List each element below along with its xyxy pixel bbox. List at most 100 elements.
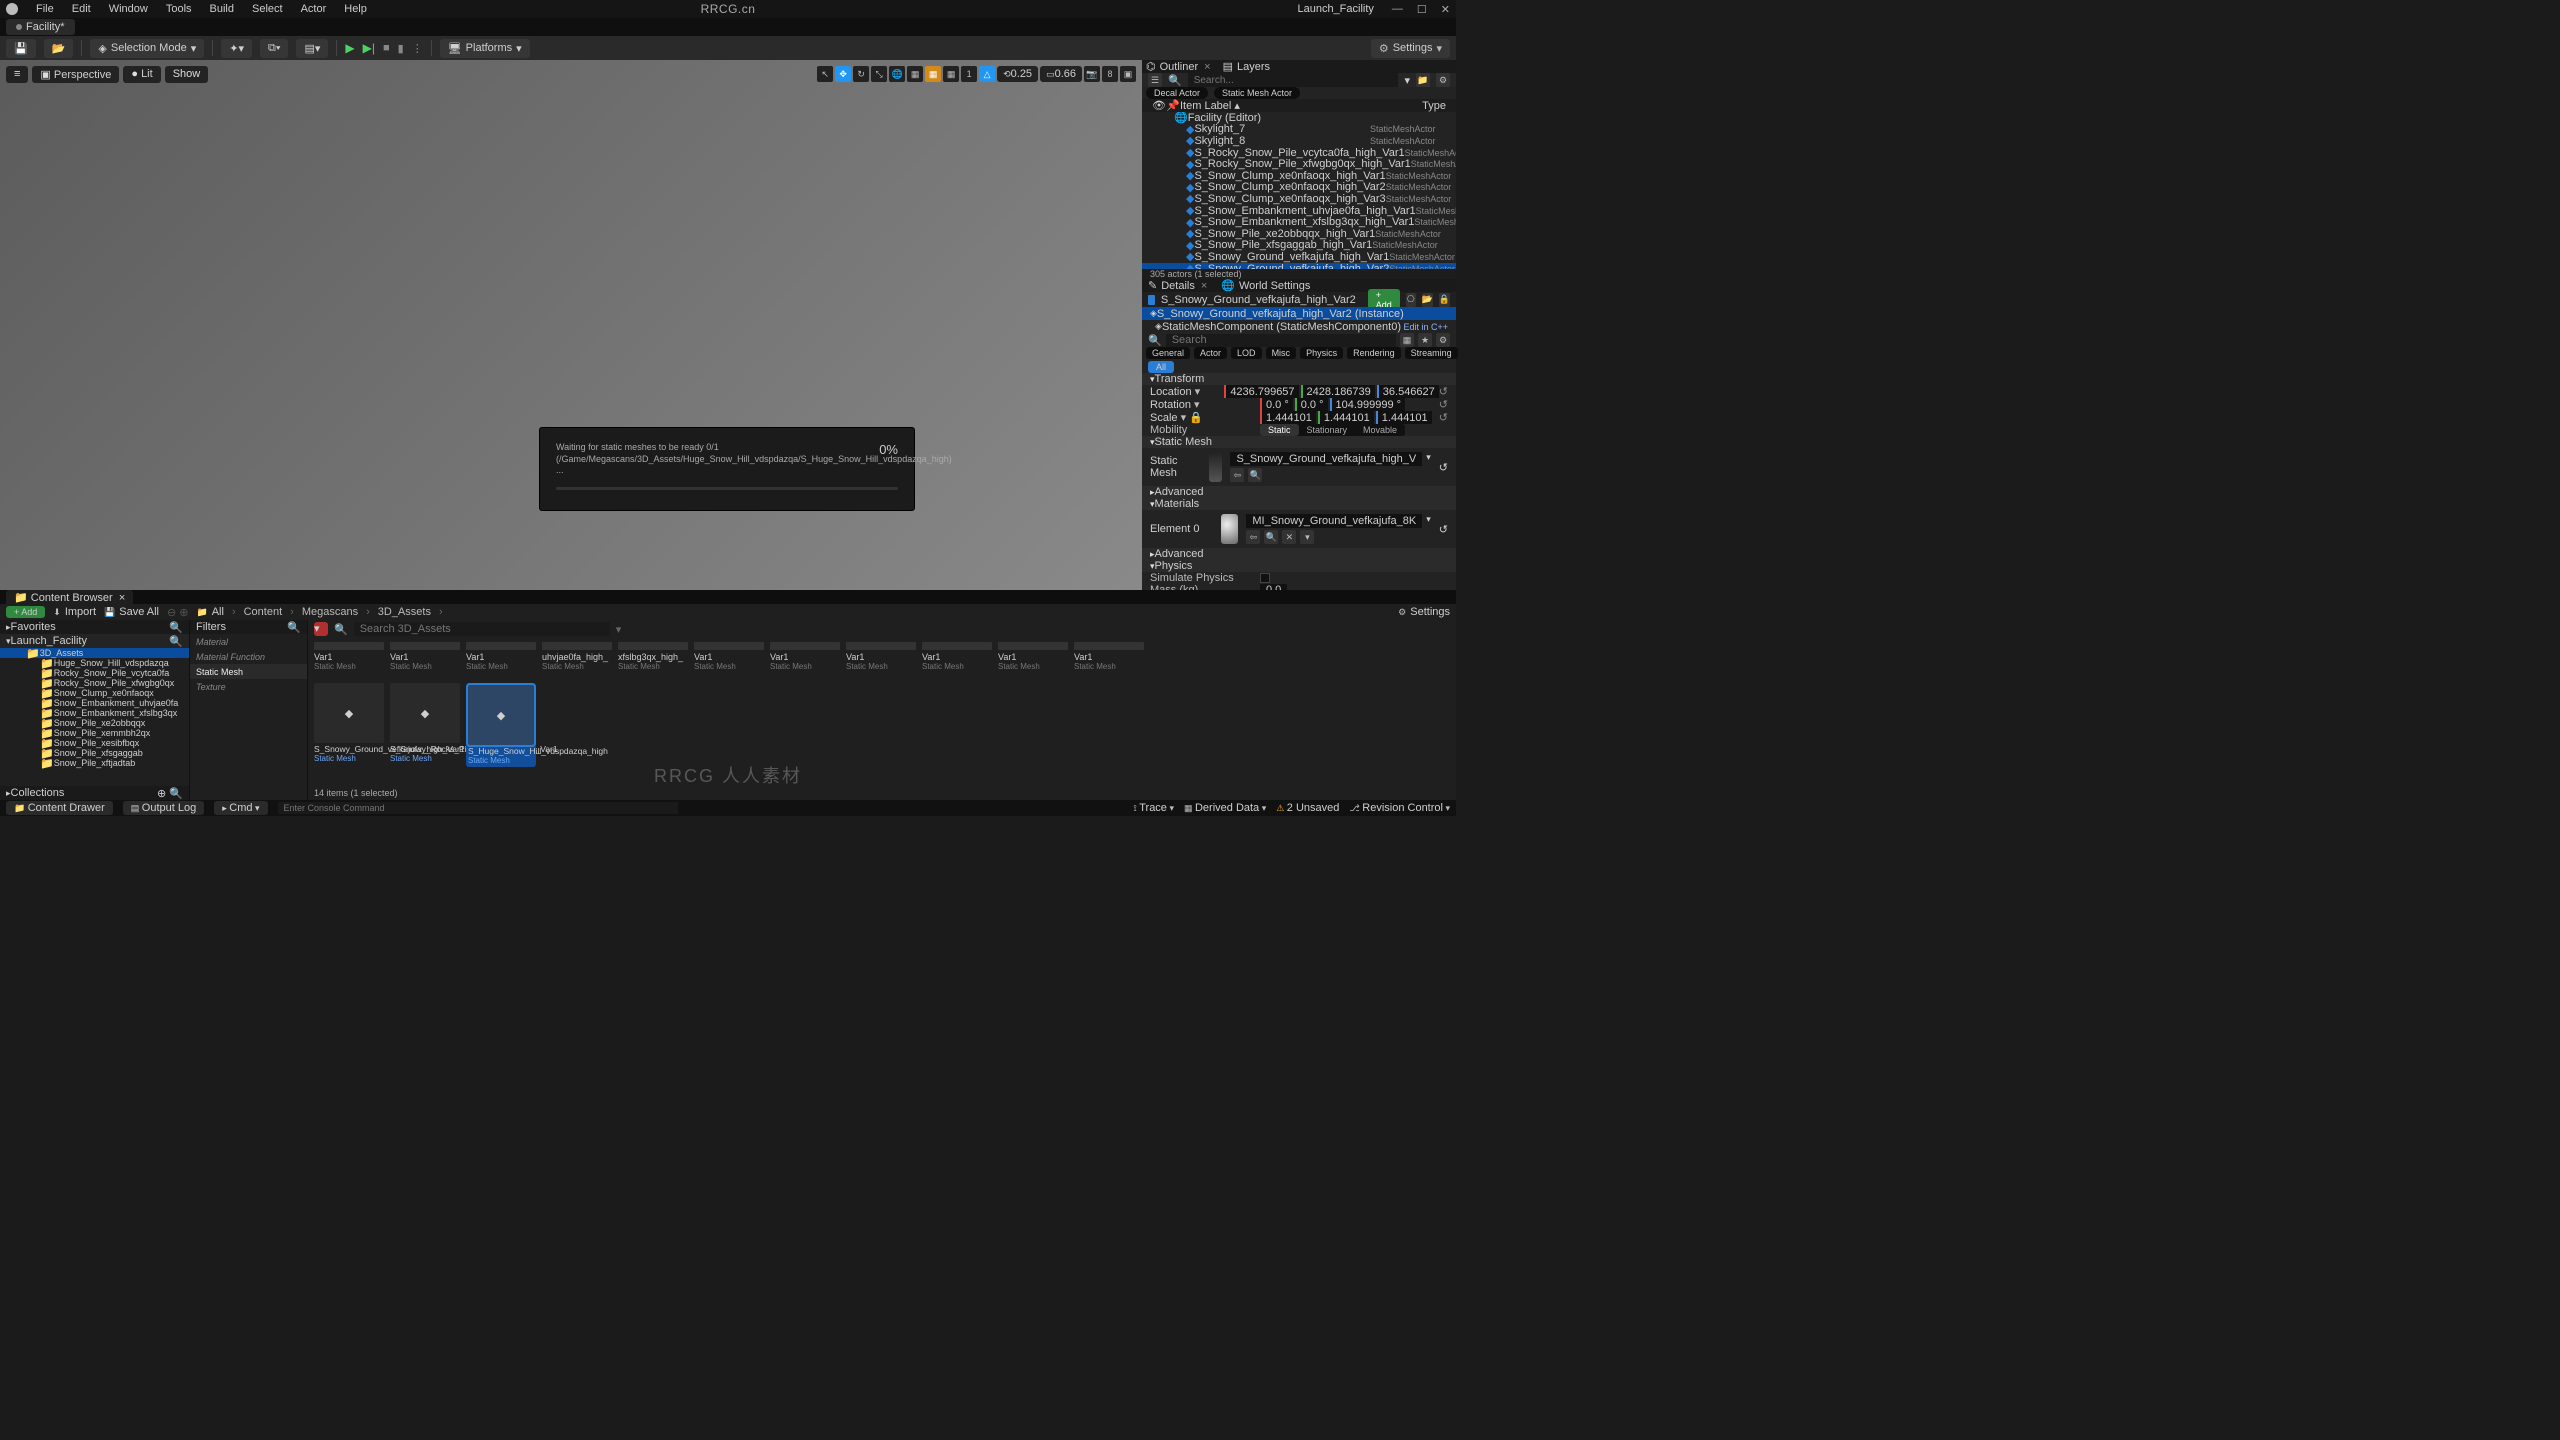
- cat-rendering[interactable]: Rendering: [1347, 347, 1401, 359]
- asset-tile[interactable]: ◆S_Huge_Snow_Hill_vdspdazqa_highStatic M…: [466, 683, 536, 767]
- filter-option[interactable]: Static Mesh: [190, 664, 307, 679]
- viewport-options-button[interactable]: ≡: [6, 66, 28, 83]
- scale-snap-value[interactable]: ▭ 0.66: [1040, 66, 1082, 82]
- angle-snap-value[interactable]: ⟲ 0.25: [997, 66, 1038, 82]
- camera-speed-icon[interactable]: 📷: [1084, 66, 1100, 82]
- tab-world-settings[interactable]: 🌐 World Settings: [1221, 279, 1310, 292]
- angle-snap-icon[interactable]: △: [979, 66, 995, 82]
- add-content-button[interactable]: ✦▾: [221, 39, 252, 58]
- cb-search-input[interactable]: [354, 622, 610, 636]
- section-transform[interactable]: ▾ Transform: [1142, 373, 1456, 385]
- cb-add-button[interactable]: + Add: [6, 606, 45, 618]
- content-drawer-button[interactable]: 📁 Content Drawer: [6, 801, 113, 815]
- asset-tile-small[interactable]: Var1Static Mesh: [922, 642, 992, 671]
- folder-tree-node[interactable]: 📁 Snow_Pile_xemmbh2qx: [0, 728, 189, 738]
- mobility-movable[interactable]: Movable: [1355, 424, 1405, 436]
- outliner-row[interactable]: ◆ S_Snow_Clump_xe0nfaoqx_high_Var1Static…: [1142, 170, 1456, 182]
- tab-content-browser[interactable]: 📁 Content Browser ×: [6, 590, 133, 605]
- location-z-input[interactable]: 36.546627: [1377, 385, 1439, 398]
- cinematics-button[interactable]: ▤▾: [296, 39, 328, 58]
- folder-tree-node[interactable]: 📁 Snow_Embankment_xfslbg3qx: [0, 708, 189, 718]
- menu-file[interactable]: File: [36, 3, 54, 15]
- cat-lod[interactable]: LOD: [1231, 347, 1262, 359]
- visibility-column-icon[interactable]: 👁: [1152, 99, 1166, 112]
- menu-edit[interactable]: Edit: [72, 3, 91, 15]
- play-button[interactable]: ▶: [345, 41, 354, 55]
- stop-button[interactable]: ▮: [398, 42, 404, 55]
- cmd-dropdown[interactable]: ▸ Cmd ▾: [214, 801, 267, 815]
- filter-badge-icon[interactable]: ▾: [314, 622, 328, 636]
- asset-tile-small[interactable]: Var1Static Mesh: [770, 642, 840, 671]
- item-label-header[interactable]: Item Label ▴: [1180, 99, 1422, 112]
- outliner-row[interactable]: ◆ S_Snow_Pile_xe2obbqqx_high_Var1StaticM…: [1142, 228, 1456, 240]
- asset-tile-small[interactable]: uhvjae0fa_high_Static Mesh: [542, 642, 612, 671]
- outliner-row[interactable]: ◆ S_Snow_Pile_xfsgaggab_high_Var1StaticM…: [1142, 240, 1456, 252]
- scale-x-input[interactable]: 1.444101: [1260, 411, 1316, 424]
- scale-z-input[interactable]: 1.444101: [1376, 411, 1432, 424]
- use-material-icon[interactable]: ⇦: [1246, 530, 1260, 544]
- simulate-physics-checkbox[interactable]: [1260, 573, 1270, 583]
- rotation-z-input[interactable]: 104.999999 °: [1330, 398, 1406, 411]
- favorites-header[interactable]: ▸ Favorites🔍: [0, 620, 189, 634]
- browse-material-icon[interactable]: 🔍: [1264, 530, 1278, 544]
- cb-import-button[interactable]: ⬇ Import: [53, 606, 96, 618]
- cb-crumb-megascans[interactable]: Megascans: [302, 606, 358, 618]
- rotation-y-input[interactable]: 0.0 °: [1295, 398, 1328, 411]
- revision-control-button[interactable]: ⎇ Revision Control ▾: [1349, 802, 1450, 814]
- component-root-row[interactable]: ◈ S_Snowy_Ground_vefkajufa_high_Var2 (In…: [1142, 307, 1456, 320]
- save-button[interactable]: 💾: [6, 39, 36, 58]
- details-settings-icon[interactable]: ⚙: [1436, 333, 1450, 347]
- use-asset-icon[interactable]: ⇦: [1230, 468, 1244, 482]
- cat-all[interactable]: All: [1148, 361, 1174, 373]
- outliner-row[interactable]: ◆ S_Snow_Embankment_xfslbg3qx_high_Var1S…: [1142, 216, 1456, 228]
- filter-option[interactable]: Material: [190, 634, 307, 649]
- pin-column-icon[interactable]: 📌: [1166, 99, 1180, 112]
- play-options-button[interactable]: ⋮: [412, 42, 423, 55]
- static-mesh-asset-dropdown[interactable]: S_Snowy_Ground_vefkajufa_high_V: [1230, 452, 1422, 466]
- menu-window[interactable]: Window: [109, 3, 148, 15]
- asset-tile-small[interactable]: Var1Static Mesh: [1074, 642, 1144, 671]
- surface-snap-icon[interactable]: ▦: [907, 66, 923, 82]
- camera-speed-value[interactable]: 8: [1102, 66, 1118, 82]
- material-options-icon[interactable]: ▾: [1300, 530, 1314, 544]
- lit-mode-button[interactable]: ● Lit: [123, 66, 160, 83]
- section-materials[interactable]: ▾ Materials: [1142, 498, 1456, 510]
- browse-asset-icon[interactable]: 📂: [1422, 293, 1433, 307]
- location-y-input[interactable]: 2428.186739: [1301, 385, 1375, 398]
- coord-space-icon[interactable]: 🌐: [889, 66, 905, 82]
- filter-option[interactable]: Texture: [190, 679, 307, 694]
- asset-tile[interactable]: ◆S_Snowy_Ground_vefkajufa_high_Var1Stati…: [314, 683, 384, 767]
- outliner-root[interactable]: 🌐 Facility (Editor): [1142, 112, 1456, 124]
- unsaved-button[interactable]: ⚠ 2 Unsaved: [1276, 802, 1339, 814]
- rotation-x-input[interactable]: 0.0 °: [1260, 398, 1293, 411]
- menu-help[interactable]: Help: [344, 3, 367, 15]
- material-asset-dropdown[interactable]: MI_Snowy_Ground_vefkajufa_8K: [1246, 514, 1422, 528]
- folder-tree-node[interactable]: 📁 Snow_Pile_xesibfbqx: [0, 738, 189, 748]
- asset-tile-small[interactable]: Var1Static Mesh: [466, 642, 536, 671]
- cat-general[interactable]: General: [1146, 347, 1190, 359]
- cat-physics[interactable]: Physics: [1300, 347, 1343, 359]
- outliner-row[interactable]: ◆ Skylight_8StaticMeshActor: [1142, 135, 1456, 147]
- output-log-button[interactable]: ▤ Output Log: [123, 801, 204, 815]
- asset-tile-small[interactable]: Var1Static Mesh: [998, 642, 1068, 671]
- material-thumbnail[interactable]: [1221, 514, 1238, 544]
- mobility-static[interactable]: Static: [1260, 424, 1299, 436]
- cb-crumb-3dassets[interactable]: 3D_Assets: [378, 606, 431, 618]
- console-input[interactable]: [278, 802, 678, 814]
- viewport-maximize-icon[interactable]: ▣: [1120, 66, 1136, 82]
- clear-material-icon[interactable]: ✕: [1282, 530, 1296, 544]
- grid-snap-icon[interactable]: ▦: [925, 66, 941, 82]
- details-favorites-icon[interactable]: ★: [1418, 333, 1432, 347]
- platforms-button[interactable]: 🖥 Platforms ▾: [440, 39, 530, 58]
- settings-button[interactable]: ⚙ Settings ▾: [1371, 39, 1450, 58]
- folder-tree-node[interactable]: 📁 Huge_Snow_Hill_vdspdazqa: [0, 658, 189, 668]
- translate-gizmo-icon[interactable]: ✥: [835, 66, 851, 82]
- static-mesh-thumbnail[interactable]: [1209, 452, 1223, 482]
- tab-outliner[interactable]: ⌬ Outliner×: [1146, 60, 1211, 73]
- component-child-row[interactable]: ◈ StaticMeshComponent (StaticMeshCompone…: [1142, 320, 1456, 333]
- edit-in-cpp-link[interactable]: Edit in C++: [1403, 322, 1448, 332]
- tab-details[interactable]: ✎ Details×: [1148, 279, 1207, 292]
- details-view-icon[interactable]: ▦: [1400, 333, 1414, 347]
- selection-mode-button[interactable]: ◈ Selection Mode ▾: [90, 39, 204, 58]
- asset-tile-small[interactable]: Var1Static Mesh: [314, 642, 384, 671]
